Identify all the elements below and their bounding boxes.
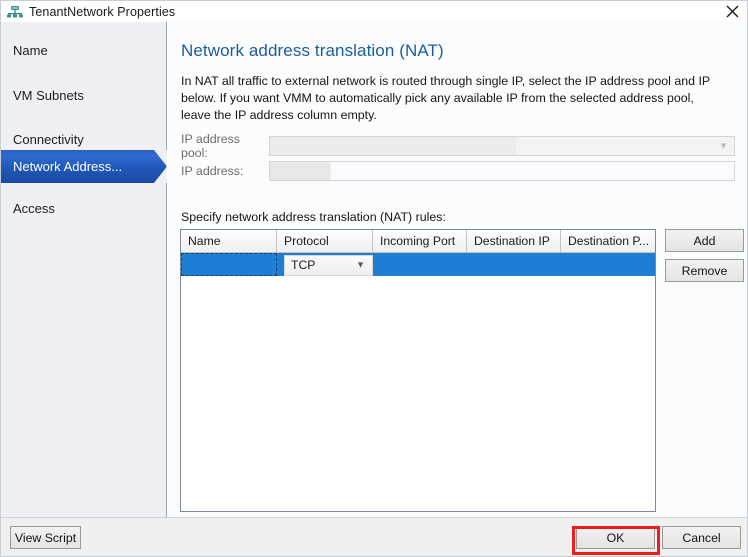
ip-address-label: IP address: [181,163,244,178]
dialog-content: Name VM Subnets Connectivity Network Add… [1,22,747,517]
ip-address-pool-select[interactable]: ▼ [269,135,735,156]
protocol-value: TCP [291,258,316,272]
dialog-footer: View Script OK Cancel [1,517,747,556]
cell-destination-ip[interactable] [467,253,561,276]
network-node-icon [6,4,24,20]
page-title: Network address translation (NAT) [181,41,444,60]
sidebar-item-vm-subnets[interactable]: VM Subnets [1,79,166,112]
tenant-network-properties-dialog: TenantNetwork Properties Name VM Subnets… [0,0,748,557]
add-button[interactable]: Add [665,229,744,252]
column-header-destination-port[interactable]: Destination P... [561,230,655,252]
sidebar-item-label: Network Address... [13,159,123,174]
sidebar-item-label: Access [13,201,55,216]
chevron-down-icon: ▼ [356,259,365,270]
cell-incoming-port[interactable] [373,253,467,276]
cell-protocol[interactable]: TCP ▼ [277,253,373,276]
main-panel: Network address translation (NAT) In NAT… [168,22,747,517]
sidebar-item-label: Name [13,43,48,58]
table-header-row: Name Protocol Incoming Port Destination … [181,230,655,253]
cancel-button[interactable]: Cancel [662,526,741,549]
chevron-down-icon: ▼ [719,140,728,150]
cell-destination-port[interactable] [561,253,655,276]
column-header-name[interactable]: Name [181,230,277,252]
cell-name[interactable] [181,253,277,276]
page-description: In NAT all traffic to external network i… [181,74,710,122]
ip-address-pool-row: IP address pool: ▼ [181,132,735,160]
sidebar-item-label: Connectivity [13,132,84,147]
ip-address-input[interactable] [269,160,735,181]
sidebar-item-network-address[interactable]: Network Address... [1,150,166,183]
column-header-destination-ip[interactable]: Destination IP [467,230,561,252]
sidebar-item-label: VM Subnets [13,88,84,103]
remove-button[interactable]: Remove [665,259,744,282]
window-title: TenantNetwork Properties [29,4,176,19]
sidebar: Name VM Subnets Connectivity Network Add… [1,22,167,517]
close-icon[interactable] [715,1,747,22]
sidebar-item-access[interactable]: Access [1,192,166,225]
ok-button[interactable]: OK [576,526,655,549]
sidebar-item-name[interactable]: Name [1,34,166,67]
view-script-button[interactable]: View Script [10,526,81,549]
nat-rules-label: Specify network address translation (NAT… [181,210,446,224]
ip-address-row: IP address: [181,160,735,181]
nat-rules-table: Name Protocol Incoming Port Destination … [180,229,656,512]
column-header-protocol[interactable]: Protocol [277,230,373,252]
protocol-select[interactable]: TCP ▼ [284,254,373,276]
table-row[interactable]: TCP ▼ [181,253,655,276]
ip-address-pool-label: IP address pool: [181,131,241,160]
title-bar: TenantNetwork Properties [1,1,747,22]
column-header-incoming-port[interactable]: Incoming Port [373,230,467,252]
